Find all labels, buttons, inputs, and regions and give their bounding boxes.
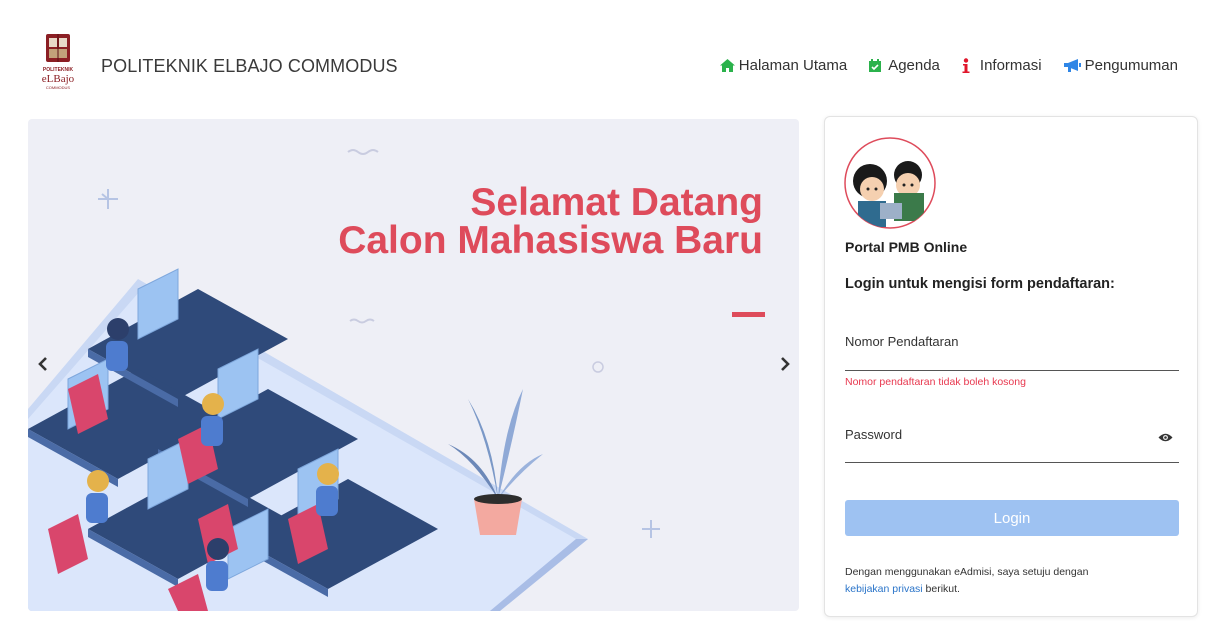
hero-title: Selamat Datang Calon Mahasiswa Baru [338,181,763,262]
password-input[interactable] [845,427,1179,442]
privacy-note-suffix: berikut. [925,583,960,595]
hero-carousel[interactable]: Selamat Datang Calon Mahasiswa Baru [28,119,799,611]
password-field [845,423,1179,463]
mascot-avatar [844,137,936,229]
chevron-left-icon [38,357,47,371]
privacy-note-prefix: Dengan menggunakan eAdmisi, saya setuju … [845,566,1089,578]
main-nav: Halaman Utama Agenda Informasi Pengumuma… [698,57,1178,74]
nav-label: Halaman Utama [738,57,848,74]
brand-name[interactable]: POLITEKNIK ELBAJO COMMODUS [101,56,398,77]
privacy-note: Dengan menggunakan eAdmisi, saya setuju … [845,564,1145,598]
home-icon [719,59,735,72]
nav-label: Agenda [888,57,940,74]
nomor-pendaftaran-field [845,332,1179,371]
nav-halaman-utama[interactable]: Halaman Utama [719,57,847,74]
logo-text-bottom: COMMODUS [45,85,71,90]
carousel-next-button[interactable] [775,351,795,377]
hero-title-line1: Selamat Datang [470,181,763,224]
nomor-error-message: Nomor pendaftaran tidak boleh kosong [845,376,1026,388]
login-button[interactable]: Login [845,500,1179,536]
login-card: Portal PMB Online Login untuk mengisi fo… [824,116,1198,617]
logo[interactable]: POLITEKNIK eLBajo COMMODUS [34,32,82,92]
show-password-toggle[interactable] [1158,430,1173,448]
logo-text-main: eLBajo [41,73,75,85]
nav-pengumuman[interactable]: Pengumuman [1063,57,1178,74]
login-subtitle: Login untuk mengisi form pendaftaran: [845,276,1115,292]
portal-title: Portal PMB Online [845,239,968,255]
nav-agenda[interactable]: Agenda [868,57,940,74]
nav-informasi[interactable]: Informasi [961,57,1042,74]
nomor-pendaftaran-input[interactable] [845,334,1179,349]
privacy-policy-link[interactable]: kebijakan privasi [845,583,923,595]
nav-label: Pengumuman [1084,57,1178,74]
header: POLITEKNIK eLBajo COMMODUS POLITEKNIK EL… [0,0,1206,110]
megaphone-icon [1063,59,1081,72]
eye-icon [1158,433,1173,442]
hero-title-line2: Calon Mahasiswa Baru [338,219,763,262]
calendar-icon [869,59,882,72]
info-icon [962,57,970,73]
nav-label: Informasi [979,57,1042,74]
carousel-prev-button[interactable] [33,351,53,377]
chevron-right-icon [781,357,790,371]
